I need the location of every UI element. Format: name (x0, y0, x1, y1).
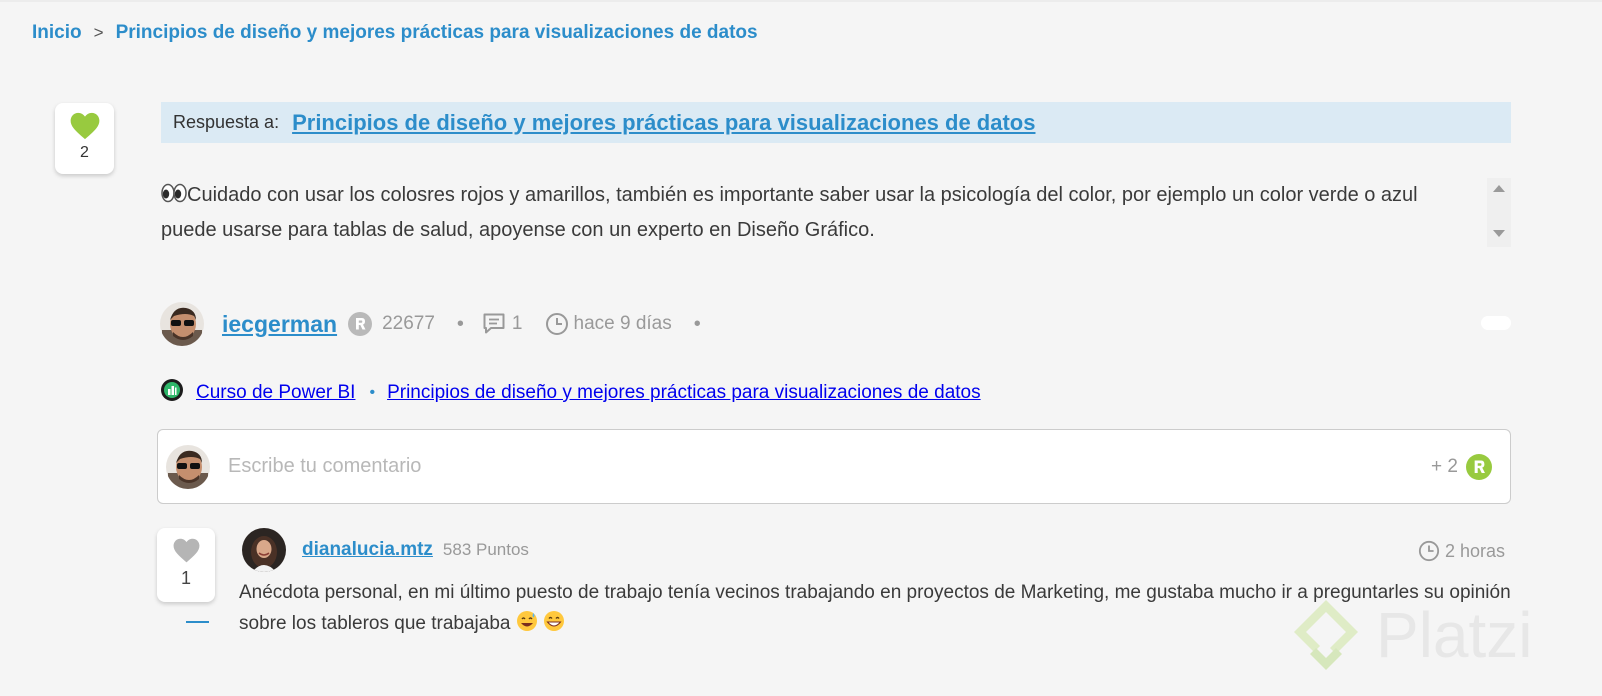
eyes-emoji-icon (161, 180, 187, 215)
scroll-down-arrow-icon[interactable] (1493, 230, 1505, 237)
comment-input[interactable] (228, 455, 1328, 478)
heart-icon (173, 538, 199, 563)
clock-icon (545, 313, 568, 335)
reply-time: 2 horas (1418, 540, 1505, 562)
meta-separator-1: • (456, 312, 464, 335)
course-badge-icon (160, 378, 184, 408)
clock-icon (1418, 540, 1440, 562)
reply-author-avatar[interactable] (242, 528, 286, 572)
post-time: hace 9 días (545, 312, 672, 336)
author-points: 22677 (382, 313, 435, 334)
current-user-avatar (166, 444, 210, 489)
reply-time-value: 2 horas (1445, 540, 1506, 561)
reply-to-label: Respuesta a: (173, 112, 280, 132)
author-avatar[interactable] (160, 302, 204, 346)
meta-separator-2: • (693, 312, 701, 335)
reply-author-row: dianalucia.mtz 583 Puntos (242, 528, 529, 572)
grinning-emoji-icon (543, 610, 565, 642)
post-body-scrollbar[interactable] (1487, 178, 1511, 247)
post-body-text: Cuidado con usar los colosres rojos y am… (161, 184, 1418, 241)
top-divider (0, 0, 1602, 2)
post-like-button[interactable]: 2 (55, 103, 114, 174)
reply-to-header: Respuesta a: Principios de diseño y mejo… (161, 102, 1511, 143)
comment-bonus-points: + 2 (1431, 456, 1458, 477)
platzi-logo-icon (1294, 600, 1358, 670)
rank-badge-icon (348, 312, 373, 336)
options-toggle[interactable] (1481, 316, 1511, 330)
reply-to-link[interactable]: Principios de diseño y mejores prácticas… (292, 110, 1035, 136)
breadcrumb-separator: > (93, 23, 104, 42)
author-name-link[interactable]: iecgerman (222, 311, 337, 338)
reply-author-link[interactable]: dianalucia.mtz (302, 539, 433, 561)
reply-like-count: 1 (180, 568, 191, 588)
breadcrumb-home-link[interactable]: Inicio (32, 22, 82, 44)
comment-bonus: + 2 (1431, 454, 1492, 480)
rank-badge-icon (1466, 454, 1492, 480)
reply-author-points: 583 Puntos (442, 540, 529, 559)
post-like-count: 2 (80, 144, 89, 161)
comments-count[interactable]: 1 (482, 312, 523, 336)
course-separator: • (369, 384, 376, 401)
course-link[interactable]: Curso de Power BI (196, 382, 355, 404)
heart-icon (70, 112, 99, 140)
post-body: Cuidado con usar los colosres rojos y am… (161, 178, 1471, 248)
post-time-value: hace 9 días (573, 313, 672, 334)
comment-box: + 2 (157, 429, 1511, 504)
comments-count-value: 1 (511, 313, 523, 334)
thread-line (186, 621, 209, 623)
scroll-up-arrow-icon[interactable] (1493, 185, 1505, 192)
platzi-wordmark: Platzi (1376, 599, 1533, 671)
reply-like-button[interactable]: 1 (157, 528, 215, 602)
class-link[interactable]: Principios de diseño y mejores prácticas… (387, 382, 981, 404)
breadcrumb-current-link[interactable]: Principios de diseño y mejores prácticas… (116, 22, 758, 44)
comment-icon (483, 313, 505, 334)
breadcrumb: Inicio > Principios de diseño y mejores … (32, 22, 758, 44)
smiling-sweat-emoji-icon (516, 610, 538, 642)
course-row: Curso de Power BI • Principios de diseño… (160, 378, 981, 408)
post-author-row: iecgerman 22677 • 1 hace 9 días • (160, 302, 719, 346)
platzi-watermark: Platzi (1290, 596, 1533, 674)
